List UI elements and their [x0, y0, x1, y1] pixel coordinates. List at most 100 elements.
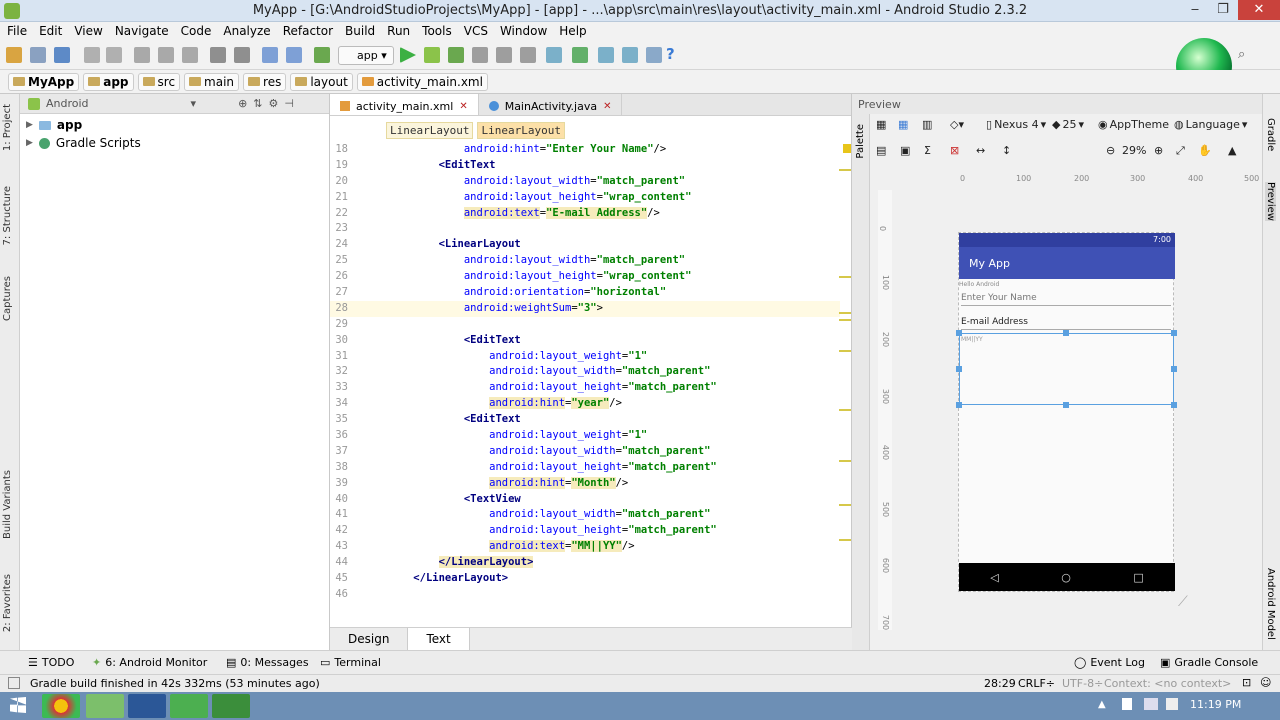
- code-line[interactable]: 38 android:layout_height="match_parent": [330, 460, 840, 476]
- code-line[interactable]: 25 android:layout_width="match_parent": [330, 253, 840, 269]
- resize-handle[interactable]: [956, 330, 962, 336]
- menu-edit[interactable]: Edit: [34, 22, 67, 42]
- build-variants-tool-tab[interactable]: Build Variants: [2, 470, 13, 539]
- stripe-mark[interactable]: [839, 460, 851, 462]
- menu-tools[interactable]: Tools: [417, 22, 457, 42]
- code-line[interactable]: 18 android:hint="Enter Your Name"/>: [330, 142, 840, 158]
- resize-handle[interactable]: [1063, 330, 1069, 336]
- device-select[interactable]: ▯ Nexus 4 ▾: [986, 118, 1046, 131]
- stripe-mark[interactable]: [839, 276, 851, 278]
- sum-icon[interactable]: Σ: [924, 144, 931, 157]
- phone-name-field[interactable]: Enter Your Name: [961, 293, 1171, 306]
- code-line[interactable]: 35 <EditText: [330, 412, 840, 428]
- word-taskbar-icon[interactable]: [128, 694, 166, 718]
- width-icon[interactable]: ↔: [976, 144, 985, 157]
- code-line[interactable]: 29: [330, 317, 840, 333]
- avd-manager-icon[interactable]: [546, 47, 562, 63]
- nav-crumb-file[interactable]: activity_main.xml: [356, 72, 488, 91]
- phone-preview[interactable]: 7:00 My App Hello Android Enter Your Nam…: [956, 232, 1177, 592]
- zoom-fit-icon[interactable]: ⤢: [1176, 144, 1185, 158]
- resize-handle[interactable]: [1063, 402, 1069, 408]
- start-button-icon[interactable]: [10, 697, 26, 713]
- redo-icon[interactable]: [106, 47, 122, 63]
- orientation-icon[interactable]: ▥: [922, 118, 932, 131]
- code-line[interactable]: 39 android:hint="Month"/>: [330, 476, 840, 492]
- event-log-tool-button[interactable]: ◯ Event Log: [1074, 656, 1145, 669]
- code-line[interactable]: 20 android:layout_width="match_parent": [330, 174, 840, 190]
- volume-icon[interactable]: [1166, 698, 1178, 710]
- scroll-from-source-icon[interactable]: ⊕: [238, 97, 247, 110]
- collapse-all-icon[interactable]: ⇅: [253, 97, 262, 110]
- sync-icon[interactable]: [54, 47, 70, 63]
- code-line[interactable]: 19 <EditText: [330, 158, 840, 174]
- xml-breadcrumb-item[interactable]: LinearLayout: [477, 122, 565, 139]
- code-line[interactable]: 46: [330, 587, 840, 603]
- menu-file[interactable]: File: [2, 22, 32, 42]
- menu-build[interactable]: Build: [340, 22, 380, 42]
- selected-linear-layout[interactable]: MM||YY: [959, 333, 1174, 405]
- terminal-tool-button[interactable]: ▭ Terminal: [320, 656, 381, 669]
- resize-device-icon[interactable]: ⟋: [1178, 594, 1188, 610]
- zoom-out-icon[interactable]: ⊖: [1106, 144, 1115, 157]
- code-line[interactable]: 24 <LinearLayout: [330, 237, 840, 253]
- design-surface-icon[interactable]: ▦: [876, 118, 886, 131]
- xml-breadcrumb-item[interactable]: LinearLayout: [386, 122, 474, 139]
- menu-help[interactable]: Help: [554, 22, 591, 42]
- layout-icon[interactable]: ▣: [900, 144, 910, 157]
- back-icon[interactable]: [262, 47, 278, 63]
- stripe-mark[interactable]: [839, 504, 851, 506]
- nav-crumb-app[interactable]: app: [83, 72, 134, 91]
- close-button[interactable]: ✕: [1238, 0, 1280, 20]
- recorder-taskbar-icon[interactable]: [212, 694, 250, 718]
- stripe-mark[interactable]: [839, 539, 851, 541]
- copy-icon[interactable]: [158, 47, 174, 63]
- stripe-mark[interactable]: [839, 350, 851, 352]
- language-select[interactable]: ◍ Language ▾: [1174, 118, 1247, 131]
- favorites-tool-tab[interactable]: 2: Favorites: [2, 574, 13, 632]
- menu-view[interactable]: View: [69, 22, 107, 42]
- api-select[interactable]: ◆ 25 ▾: [1052, 118, 1084, 131]
- tab-activity-main[interactable]: activity_main.xml ✕: [330, 94, 479, 115]
- make-project-icon[interactable]: [314, 47, 330, 63]
- close-tab-icon[interactable]: ✕: [603, 101, 611, 112]
- code-area[interactable]: 18 android:hint="Enter Your Name"/> 19 <E…: [330, 142, 840, 604]
- run-icon[interactable]: [400, 47, 416, 63]
- forward-icon[interactable]: [286, 47, 302, 63]
- flag-icon[interactable]: [1122, 698, 1132, 710]
- resize-handle[interactable]: [1171, 366, 1177, 372]
- code-line[interactable]: 32 android:layout_width="match_parent": [330, 364, 840, 380]
- stripe-mark[interactable]: [839, 169, 851, 171]
- code-line[interactable]: 42 android:layout_height="match_parent": [330, 523, 840, 539]
- code-line[interactable]: 43 android:text="MM||YY"/>: [330, 539, 840, 555]
- clear-icon[interactable]: ⊠: [950, 144, 959, 157]
- android-monitor-tool-button[interactable]: ✦ 6: Android Monitor: [92, 656, 207, 669]
- nav-crumb-main[interactable]: main: [184, 72, 240, 91]
- cut-icon[interactable]: [134, 47, 150, 63]
- nav-crumb-myapp[interactable]: MyApp: [8, 72, 80, 91]
- code-line[interactable]: 30 <EditText: [330, 333, 840, 349]
- paste-icon[interactable]: [182, 47, 198, 63]
- phone-mmyy-text[interactable]: MM||YY: [961, 336, 983, 343]
- phone-email-field[interactable]: E-mail Address: [961, 317, 1171, 330]
- blueprint-icon[interactable]: ▦: [898, 118, 908, 131]
- captures-tool-tab[interactable]: Captures: [2, 276, 13, 321]
- resize-handle[interactable]: [956, 402, 962, 408]
- rotate-icon[interactable]: ◇▾: [950, 118, 964, 131]
- resize-handle[interactable]: [1171, 402, 1177, 408]
- design-tab[interactable]: Design: [330, 628, 407, 650]
- code-line[interactable]: 45 </LinearLayout>: [330, 571, 840, 587]
- stripe-mark[interactable]: [839, 409, 851, 411]
- status-message[interactable]: Gradle build finished in 42s 332ms (53 m…: [30, 677, 320, 690]
- android-model-tool-tab[interactable]: Android Model: [1265, 568, 1276, 640]
- device-monitor-icon[interactable]: [646, 47, 662, 63]
- code-line[interactable]: 21 android:layout_height="wrap_content": [330, 190, 840, 206]
- project-tool-tab[interactable]: 1: Project: [2, 104, 13, 151]
- expand-arrow-icon[interactable]: ▶: [26, 120, 33, 130]
- tree-item-gradle-scripts[interactable]: ▶ Gradle Scripts: [20, 134, 329, 152]
- menu-refactor[interactable]: Refactor: [278, 22, 338, 42]
- maximize-button[interactable]: ❐: [1208, 0, 1238, 20]
- height-icon[interactable]: ↕: [1002, 144, 1011, 157]
- save-icon[interactable]: [30, 47, 46, 63]
- layout-toggle-icon[interactable]: ▤: [876, 144, 886, 157]
- messages-tool-button[interactable]: ▤ 0: Messages: [226, 656, 309, 669]
